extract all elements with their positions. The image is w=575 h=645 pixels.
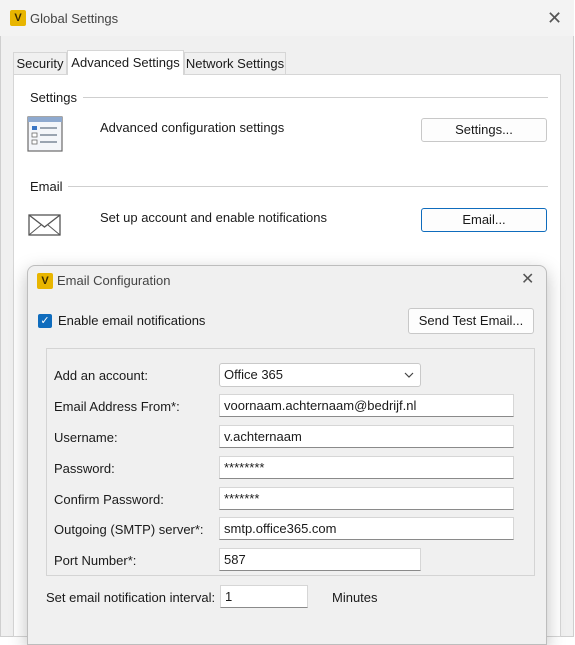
settings-list-icon	[27, 116, 63, 152]
dialog-close-icon[interactable]: ✕	[521, 271, 534, 289]
settings-button[interactable]: Settings...	[421, 118, 547, 142]
account-label: Add an account:	[54, 368, 148, 383]
close-icon[interactable]: ✕	[547, 9, 562, 27]
tab-network-settings[interactable]: Network Settings	[184, 52, 286, 74]
username-label: Username:	[54, 430, 118, 445]
port-field[interactable]: 587	[219, 548, 421, 571]
email-button[interactable]: Email...	[421, 208, 547, 232]
settings-group-label: Settings	[30, 90, 77, 105]
password-label: Password:	[54, 461, 115, 476]
password-field[interactable]: ********	[219, 456, 514, 479]
settings-group-divider	[83, 97, 548, 98]
confirm-password-field[interactable]: *******	[219, 487, 514, 510]
envelope-icon	[28, 213, 62, 237]
enable-notifications-label: Enable email notifications	[58, 313, 206, 328]
smtp-server-label: Outgoing (SMTP) server*:	[54, 522, 204, 537]
email-description: Set up account and enable notifications	[100, 210, 327, 225]
account-select[interactable]: Office 365	[219, 363, 421, 387]
enable-notifications-checkbox[interactable]: ✓	[38, 314, 52, 328]
app-icon: V	[10, 10, 26, 26]
settings-description: Advanced configuration settings	[100, 120, 285, 135]
dialog-app-icon: V	[37, 273, 53, 289]
interval-field[interactable]: 1	[220, 585, 308, 608]
email-group-label: Email	[30, 179, 63, 194]
interval-unit: Minutes	[332, 590, 378, 605]
email-group-divider	[68, 186, 548, 187]
chevron-down-icon	[404, 364, 414, 393]
dialog-title: Email Configuration	[57, 273, 171, 288]
send-test-email-button[interactable]: Send Test Email...	[408, 308, 534, 334]
email-from-field[interactable]: voornaam.achternaam@bedrijf.nl	[219, 394, 514, 417]
smtp-server-field[interactable]: smtp.office365.com	[219, 517, 514, 540]
tab-advanced-settings[interactable]: Advanced Settings	[67, 50, 184, 75]
email-from-label: Email Address From*:	[54, 399, 180, 414]
account-select-value: Office 365	[224, 367, 284, 382]
confirm-password-label: Confirm Password:	[54, 492, 164, 507]
interval-label: Set email notification interval:	[46, 590, 216, 605]
port-label: Port Number*:	[54, 553, 137, 568]
window-title: Global Settings	[30, 11, 119, 26]
username-field[interactable]: v.achternaam	[219, 425, 514, 448]
tab-security[interactable]: Security	[13, 52, 67, 74]
